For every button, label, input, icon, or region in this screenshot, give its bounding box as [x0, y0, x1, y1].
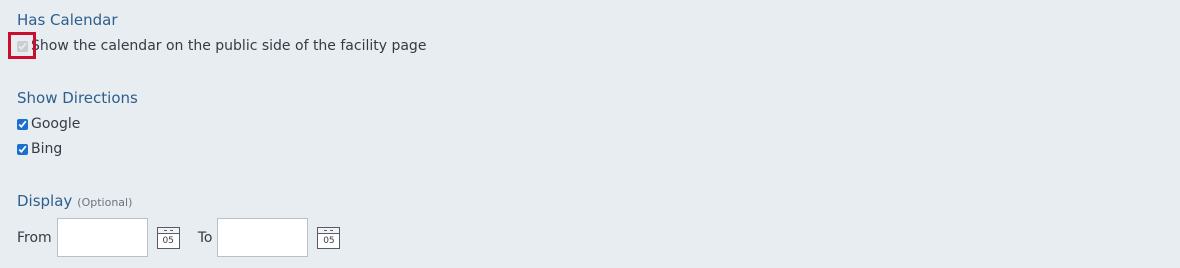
has-calendar-title: Has Calendar — [17, 11, 118, 29]
display-title: Display (Optional) — [17, 192, 132, 210]
google-checkbox[interactable] — [17, 118, 28, 130]
optional-label: (Optional) — [77, 196, 133, 209]
directions-option-google[interactable]: Google — [17, 116, 80, 132]
from-calendar-icon[interactable]: 05 — [156, 226, 180, 249]
to-date-input[interactable] — [217, 218, 309, 257]
calendar-day-number: 05 — [323, 235, 335, 246]
calendar-day-number: 05 — [162, 235, 174, 246]
google-checkbox-label: Google — [31, 116, 81, 132]
bing-checkbox[interactable] — [17, 143, 28, 155]
directions-option-bing[interactable]: Bing — [17, 141, 62, 157]
from-date-input[interactable] — [56, 218, 148, 257]
focus-highlight-box — [8, 32, 36, 59]
from-label: From — [17, 229, 52, 246]
to-calendar-icon[interactable]: 05 — [317, 226, 341, 249]
to-label: To — [197, 229, 213, 246]
has-calendar-checkbox-label: Show the calendar on the public side of … — [31, 38, 427, 54]
display-date-range: From 05 To 05 — [17, 218, 358, 257]
display-title-text: Display — [17, 192, 73, 210]
show-directions-title: Show Directions — [17, 89, 138, 107]
has-calendar-option[interactable]: Show the calendar on the public side of … — [17, 38, 426, 54]
bing-checkbox-label: Bing — [31, 141, 63, 157]
